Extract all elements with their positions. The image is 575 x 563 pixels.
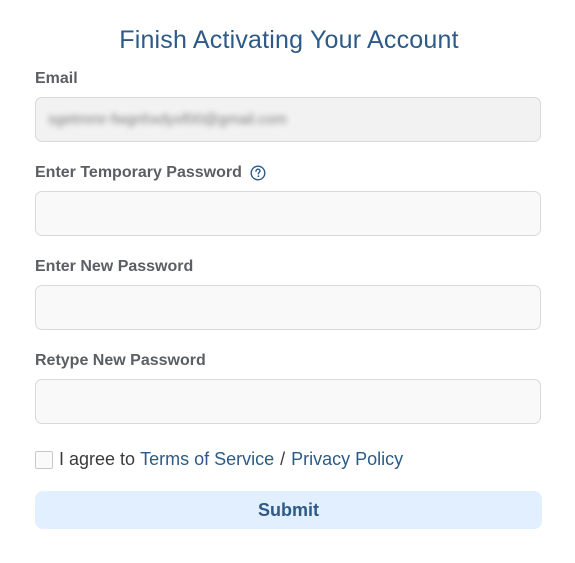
retype-password-input[interactable] <box>36 380 540 423</box>
email-field <box>36 98 540 141</box>
agreement-row: I agree to Terms of Service / Privacy Po… <box>35 449 403 470</box>
agree-checkbox[interactable] <box>35 450 53 469</box>
submit-button[interactable]: Submit <box>35 491 542 529</box>
agree-prefix-text: I agree to <box>59 449 136 469</box>
retype-password-field-wrapper <box>35 379 541 424</box>
email-label: Email <box>35 70 78 88</box>
activation-page: Finish Activating Your Account Email Ent… <box>0 0 575 563</box>
temp-password-field-wrapper <box>35 191 541 236</box>
new-password-field-wrapper <box>35 285 541 330</box>
new-password-label-text: Enter New Password <box>35 258 194 275</box>
retype-password-label-text: Retype New Password <box>35 352 206 369</box>
terms-of-service-link[interactable]: Terms of Service <box>140 449 274 470</box>
temp-password-label-text: Enter Temporary Password <box>35 164 242 181</box>
temp-password-input[interactable] <box>36 192 540 235</box>
retype-password-label: Retype New Password <box>35 352 206 370</box>
privacy-policy-link[interactable]: Privacy Policy <box>291 449 403 470</box>
page-title: Finish Activating Your Account <box>119 26 459 54</box>
new-password-input[interactable] <box>36 286 540 329</box>
question-circle-icon[interactable] <box>250 165 266 181</box>
agree-separator: / <box>280 449 286 469</box>
temp-password-label: Enter Temporary Password <box>35 164 266 182</box>
new-password-label: Enter New Password <box>35 258 193 276</box>
email-label-text: Email <box>35 70 78 87</box>
email-field-wrapper <box>35 97 541 142</box>
